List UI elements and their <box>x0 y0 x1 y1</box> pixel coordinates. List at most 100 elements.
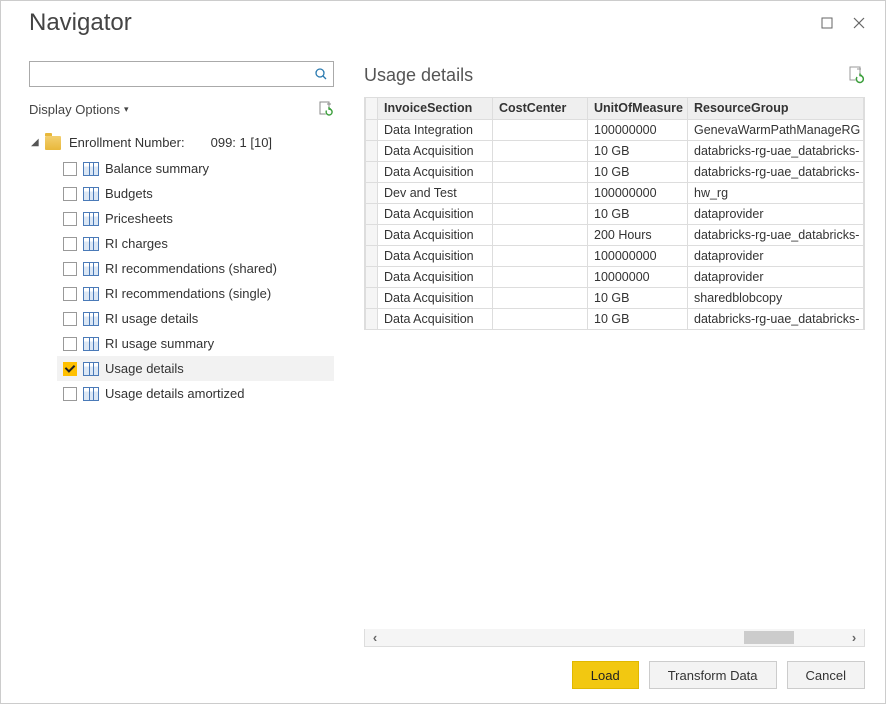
refresh-preview-icon <box>847 66 865 84</box>
table-row[interactable]: Data Acquisition100000000dataprovider <box>366 245 864 266</box>
tree-item[interactable]: RI usage summary <box>57 331 334 356</box>
tree-item[interactable]: Usage details amortized <box>57 381 334 406</box>
scroll-right-icon[interactable]: › <box>844 629 864 646</box>
col-unitofmeasure[interactable]: UnitOfMeasure <box>588 98 688 119</box>
tree-item-label: Pricesheets <box>105 211 173 226</box>
search-icon <box>309 67 333 81</box>
tree-root[interactable]: ◢ Enrollment Number: 099: 1 [10] <box>29 131 334 154</box>
col-resourcegroup[interactable]: ResourceGroup <box>688 98 864 119</box>
maximize-button[interactable] <box>813 9 841 37</box>
cell-invoicesection: Data Acquisition <box>378 203 493 224</box>
checkbox[interactable] <box>63 312 77 326</box>
tree-item[interactable]: Pricesheets <box>57 206 334 231</box>
tree-item-label: RI usage details <box>105 311 198 326</box>
table-icon <box>83 262 99 276</box>
checkbox[interactable] <box>63 212 77 226</box>
table-row[interactable]: Data Acquisition10 GBsharedblobcopy <box>366 287 864 308</box>
tree-item[interactable]: Budgets <box>57 181 334 206</box>
scroll-thumb[interactable] <box>744 631 794 644</box>
navigator-window: Navigator Display Options ▾ <box>0 0 886 704</box>
table-icon <box>83 237 99 251</box>
col-costcenter[interactable]: CostCenter <box>493 98 588 119</box>
tree-item-label: Balance summary <box>105 161 209 176</box>
scroll-left-icon[interactable]: ‹ <box>365 629 385 646</box>
table-row[interactable]: Data Integration100000000GenevaWarmPathM… <box>366 119 864 140</box>
folder-icon <box>45 136 61 150</box>
cell-costcenter <box>493 140 588 161</box>
table-row[interactable]: Data Acquisition10 GBdatabricks-rg-uae_d… <box>366 161 864 182</box>
row-header-corner <box>366 98 378 119</box>
horizontal-scrollbar[interactable]: ‹ › <box>364 629 865 647</box>
checkbox[interactable] <box>63 162 77 176</box>
table-header-row: InvoiceSection CostCenter UnitOfMeasure … <box>366 98 864 119</box>
cell-unitofmeasure: 100000000 <box>588 245 688 266</box>
titlebar: Navigator <box>1 1 885 45</box>
checkbox[interactable] <box>63 262 77 276</box>
refresh-tree-button[interactable] <box>318 101 334 117</box>
cell-resourcegroup: sharedblobcopy <box>688 287 864 308</box>
table-icon <box>83 362 99 376</box>
preview-spacer <box>364 330 865 630</box>
search-input[interactable] <box>30 62 309 86</box>
table-row[interactable]: Data Acquisition 200 Hoursdatabricks-rg-u… <box>366 224 864 245</box>
cell-invoicesection: Data Integration <box>378 119 493 140</box>
row-header <box>366 119 378 140</box>
col-invoicesection[interactable]: InvoiceSection <box>378 98 493 119</box>
cancel-button[interactable]: Cancel <box>787 661 865 689</box>
cell-invoicesection: Data Acquisition <box>378 224 493 245</box>
checkbox[interactable] <box>63 362 77 376</box>
table-row[interactable]: Dev and Test100000000hw_rg <box>366 182 864 203</box>
window-controls <box>813 9 873 37</box>
window-title: Navigator <box>29 9 132 37</box>
cell-unitofmeasure: 200 Hours <box>588 224 688 245</box>
load-button[interactable]: Load <box>572 661 639 689</box>
cell-invoicesection: Data Acquisition <box>378 287 493 308</box>
cell-resourcegroup: databricks-rg-uae_databricks- <box>688 224 864 245</box>
cell-costcenter <box>493 287 588 308</box>
checkbox[interactable] <box>63 387 77 401</box>
collapse-icon: ◢ <box>31 137 41 148</box>
preview-refresh-button[interactable] <box>847 66 865 84</box>
cell-costcenter <box>493 203 588 224</box>
checkbox[interactable] <box>63 187 77 201</box>
cell-costcenter <box>493 119 588 140</box>
tree-item[interactable]: Balance summary <box>57 156 334 181</box>
table-row[interactable]: Data Acquisition10 GBdatabricks-rg-uae_d… <box>366 308 864 329</box>
table-icon <box>83 212 99 226</box>
cell-resourcegroup: dataprovider <box>688 266 864 287</box>
tree-item[interactable]: Usage details <box>57 356 334 381</box>
table-icon <box>83 162 99 176</box>
search-box[interactable] <box>29 61 334 87</box>
display-options-button[interactable]: Display Options ▾ <box>29 102 129 117</box>
row-header <box>366 203 378 224</box>
table-row[interactable]: Data Acquisition10 GBdataprovider <box>366 203 864 224</box>
cell-invoicesection: Data Acquisition <box>378 161 493 182</box>
checkbox[interactable] <box>63 337 77 351</box>
checkbox[interactable] <box>63 287 77 301</box>
body: Display Options ▾ ◢ Enrollment Number: 0… <box>1 45 885 647</box>
table-row[interactable]: Data Acquisition10000000dataprovider <box>366 266 864 287</box>
row-header <box>366 287 378 308</box>
cell-unitofmeasure: 100000000 <box>588 182 688 203</box>
checkbox[interactable] <box>63 237 77 251</box>
cell-resourcegroup: GenevaWarmPathManageRG <box>688 119 864 140</box>
row-header <box>366 182 378 203</box>
tree: ◢ Enrollment Number: 099: 1 [10] Balance… <box>29 131 334 647</box>
cell-resourcegroup: databricks-rg-uae_databricks- <box>688 140 864 161</box>
cell-unitofmeasure: 10 GB <box>588 308 688 329</box>
tree-item[interactable]: RI charges <box>57 231 334 256</box>
transform-data-button[interactable]: Transform Data <box>649 661 777 689</box>
tree-item[interactable]: RI recommendations (shared) <box>57 256 334 281</box>
tree-item[interactable]: RI usage details <box>57 306 334 331</box>
row-header <box>366 266 378 287</box>
tree-item-label: RI recommendations (single) <box>105 286 271 301</box>
tree-item[interactable]: RI recommendations (single) <box>57 281 334 306</box>
preview-header: Usage details <box>364 61 865 89</box>
footer: Load Transform Data Cancel <box>1 647 885 703</box>
preview-title: Usage details <box>364 65 473 86</box>
close-button[interactable] <box>845 9 873 37</box>
preview-table: InvoiceSection CostCenter UnitOfMeasure … <box>365 98 864 330</box>
table-icon <box>83 387 99 401</box>
row-header <box>366 308 378 329</box>
table-row[interactable]: Data Acquisition10 GBdatabricks-rg-uae_d… <box>366 140 864 161</box>
